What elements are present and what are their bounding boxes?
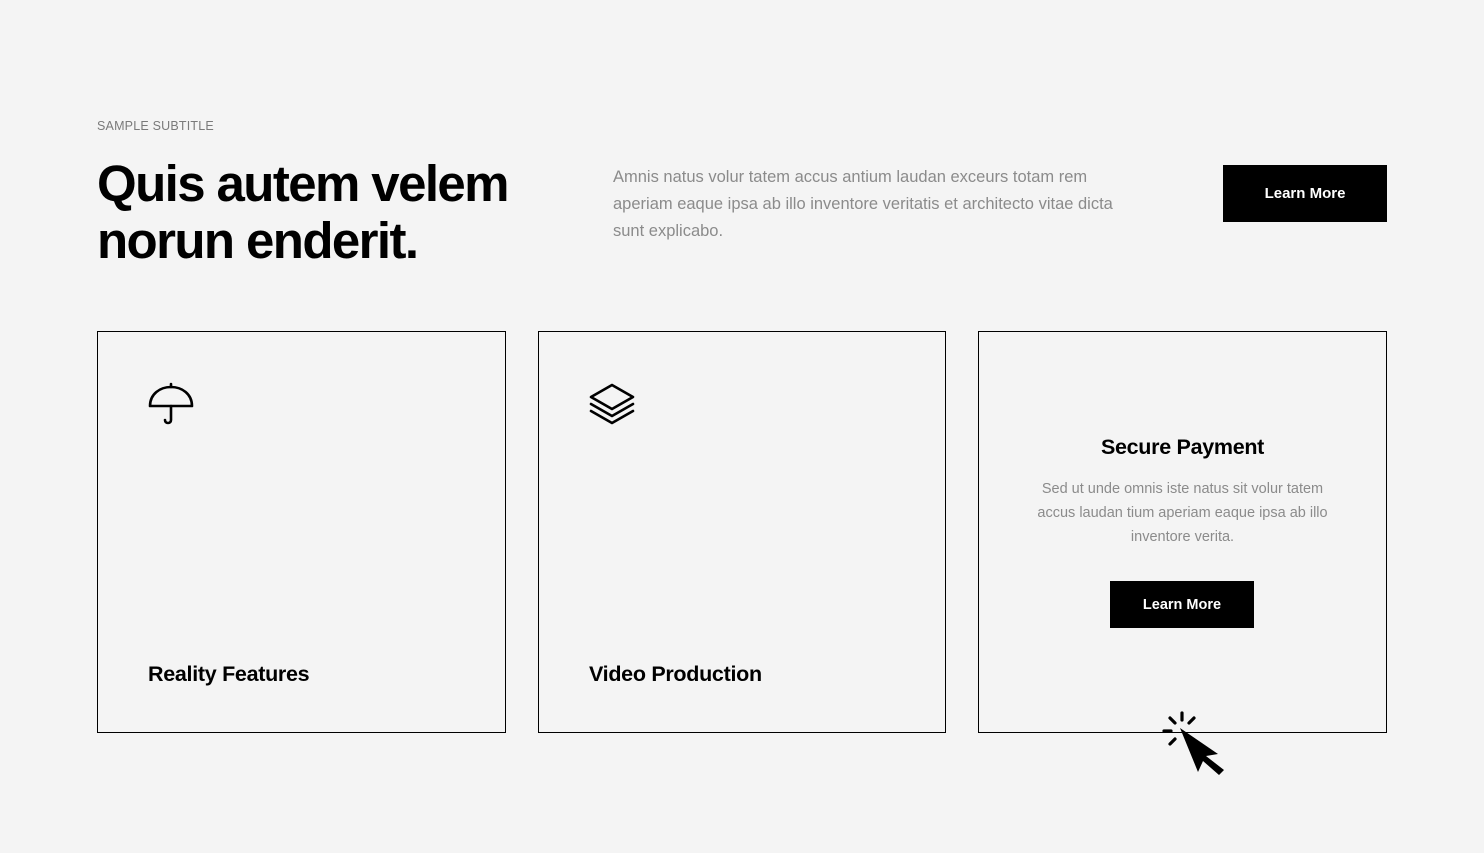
card-title: Secure Payment	[1100, 435, 1265, 459]
card-title: Reality Features	[148, 662, 310, 686]
umbrella-icon	[148, 382, 194, 428]
layers-icon	[589, 382, 635, 428]
learn-more-button[interactable]: Learn More	[1223, 165, 1387, 222]
feature-card-payment[interactable]: Secure Payment Sed ut unde omnis iste na…	[978, 331, 1387, 733]
feature-card-reality[interactable]: Reality Features	[97, 331, 506, 733]
section-description: Amnis natus volur tatem accus antium lau…	[613, 168, 1113, 240]
section-title: Quis autem velem norun enderit.	[97, 155, 510, 269]
card-learn-more-button[interactable]: Learn More	[1110, 581, 1254, 628]
card-title: Video Production	[589, 662, 762, 686]
card-content: Secure Payment Sed ut unde omnis iste na…	[979, 435, 1386, 549]
pointer-click-icon	[1160, 708, 1230, 778]
feature-card-video[interactable]: Video Production	[538, 331, 946, 733]
section-subtitle: SAMPLE SUBTITLE	[97, 119, 214, 133]
card-description: Sed ut unde omnis iste natus sit volur t…	[1037, 481, 1328, 545]
